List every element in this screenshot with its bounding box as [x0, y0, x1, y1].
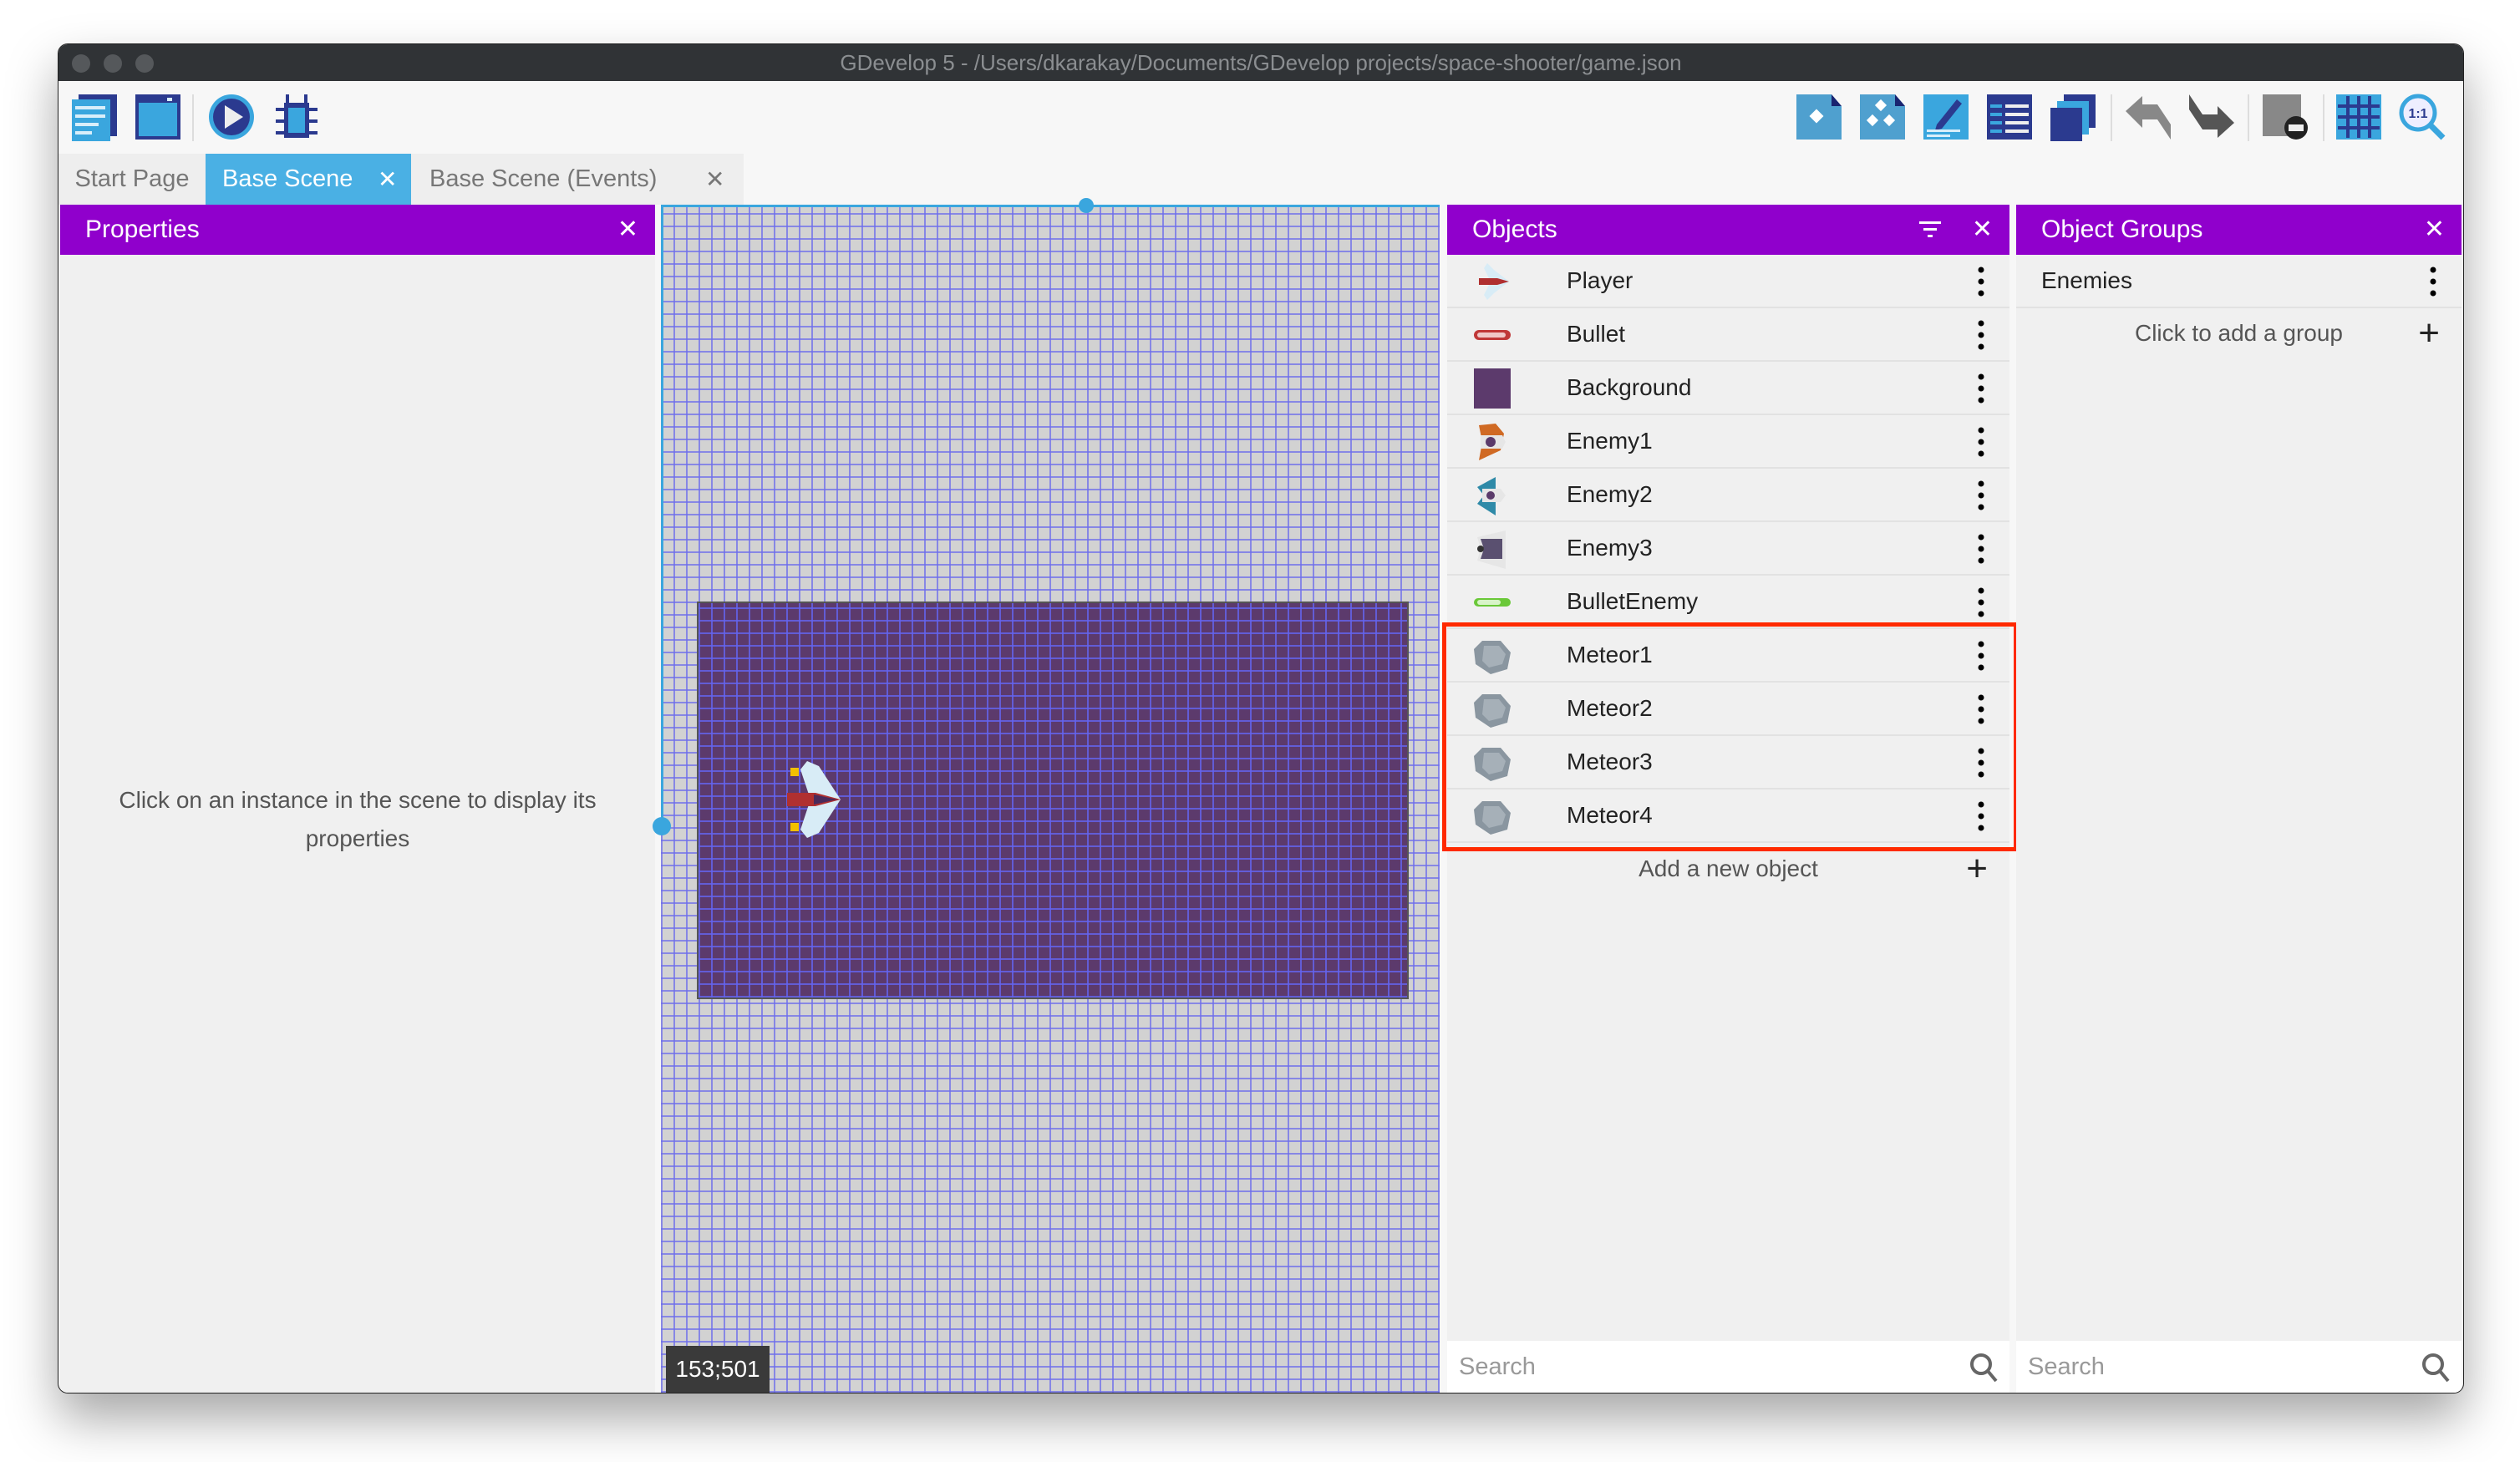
scene-icon[interactable] — [134, 93, 182, 141]
toolbar-divider — [192, 94, 194, 141]
add-group-label: Click to add a group — [2134, 320, 2344, 346]
layers-icon[interactable] — [2049, 93, 2097, 141]
more-options-icon[interactable] — [1978, 480, 1984, 510]
more-options-icon[interactable] — [1978, 534, 1984, 564]
background-instance[interactable] — [697, 602, 1409, 999]
bullet-icon — [1474, 330, 1511, 340]
scene-guide-line — [661, 205, 1440, 207]
object-name: Bullet — [1567, 321, 1626, 347]
instances-list-icon[interactable] — [1985, 93, 2034, 141]
plus-icon: + — [2418, 312, 2440, 353]
groups-search[interactable]: Search — [2016, 1341, 2462, 1393]
object-name: Background — [1567, 374, 1692, 400]
panel-title: Properties — [85, 216, 200, 243]
scene-guide-line — [661, 205, 663, 826]
object-name: BulletEnemy — [1567, 588, 1699, 614]
player-ship-icon — [1479, 263, 1509, 300]
grid-icon[interactable] — [2335, 93, 2383, 141]
resize-handle[interactable] — [1079, 198, 1094, 213]
background-icon — [1474, 368, 1511, 409]
enemy2-icon — [1477, 477, 1506, 515]
tab-label: Base Scene (Events) — [429, 165, 658, 192]
player-instance[interactable] — [782, 758, 849, 841]
tab-base-scene-events[interactable]: Base Scene (Events) ✕ — [411, 154, 744, 205]
object-groups-panel: Object Groups ✕ Enemies Click to add a gr… — [2016, 205, 2462, 1393]
panel-title: Object Groups — [2041, 216, 2203, 243]
more-options-icon[interactable] — [1978, 320, 1984, 350]
search-placeholder: Search — [2028, 1353, 2105, 1380]
group-name: Enemies — [2041, 267, 2132, 293]
object-item-bulletenemy[interactable]: BulletEnemy — [1447, 576, 2009, 629]
title-bar: GDevelop 5 - /Users/dkarakay/Documents/G… — [58, 44, 2463, 81]
object-item-enemy3[interactable]: Enemy3 — [1447, 522, 2009, 576]
properties-empty-text: Click on an instance in the scene to dis… — [119, 787, 597, 851]
object-name: Enemy1 — [1567, 428, 1653, 454]
toolbar: 1:1 — [58, 81, 2463, 154]
search-icon[interactable] — [1969, 1353, 1998, 1383]
objects-header: Objects ✕ — [1447, 205, 2009, 255]
svg-text:1:1: 1:1 — [2408, 107, 2427, 121]
close-tab-icon[interactable]: ✕ — [705, 154, 724, 205]
tab-label: Base Scene — [222, 165, 353, 192]
object-item-player[interactable]: Player — [1447, 255, 2009, 308]
enemy-bullet-icon — [1474, 598, 1511, 607]
properties-edit-icon[interactable] — [1922, 93, 1970, 141]
close-panel-icon[interactable]: ✕ — [1972, 205, 1993, 255]
object-item-background[interactable]: Background — [1447, 362, 2009, 415]
properties-header: Properties ✕ — [60, 205, 655, 255]
enemy1-icon — [1479, 424, 1506, 460]
redo-icon[interactable] — [2187, 93, 2236, 141]
object-groups-icon[interactable] — [1858, 93, 1907, 141]
object-name: Player — [1567, 267, 1633, 293]
minimize-window-button[interactable] — [104, 54, 122, 73]
object-icon[interactable] — [1795, 93, 1843, 141]
scene-canvas[interactable]: 153;501 — [653, 198, 1440, 1393]
close-panel-icon[interactable]: ✕ — [617, 205, 638, 255]
toolbar-divider — [2323, 94, 2324, 141]
preview-play-icon[interactable] — [207, 93, 256, 141]
cursor-coordinates: 153;501 — [666, 1346, 770, 1393]
close-panel-icon[interactable]: ✕ — [2424, 205, 2445, 255]
objects-search[interactable]: Search — [1447, 1341, 2009, 1393]
group-item-enemies[interactable]: Enemies — [2016, 255, 2462, 308]
object-item-enemy2[interactable]: Enemy2 — [1447, 469, 2009, 522]
more-options-icon[interactable] — [1978, 587, 1984, 617]
toolbar-divider — [2248, 94, 2249, 141]
close-window-button[interactable] — [72, 54, 90, 73]
undo-icon[interactable] — [2124, 93, 2172, 141]
window-title: GDevelop 5 - /Users/dkarakay/Documents/G… — [840, 50, 1682, 75]
object-item-bullet[interactable]: Bullet — [1447, 308, 2009, 362]
highlight-box — [1442, 622, 2018, 851]
zoom-reset-icon[interactable]: 1:1 — [2398, 93, 2446, 141]
add-group-button[interactable]: Click to add a group + — [2016, 308, 2462, 358]
resize-handle[interactable] — [653, 817, 671, 835]
object-item-enemy1[interactable]: Enemy1 — [1447, 415, 2009, 469]
object-name: Enemy3 — [1567, 535, 1653, 561]
search-placeholder: Search — [1459, 1353, 1536, 1380]
debugger-icon[interactable] — [272, 93, 321, 141]
tab-label: Start Page — [74, 165, 190, 192]
tab-base-scene[interactable]: Base Scene ✕ — [206, 154, 411, 205]
project-manager-icon[interactable] — [70, 93, 119, 141]
maximize-window-button[interactable] — [135, 54, 154, 73]
object-groups-header: Object Groups ✕ — [2016, 205, 2462, 255]
panel-title: Objects — [1472, 216, 1557, 243]
toolbar-divider — [2111, 94, 2112, 141]
object-name: Enemy2 — [1567, 481, 1653, 507]
enemy3-icon — [1477, 530, 1506, 569]
app-window: GDevelop 5 - /Users/dkarakay/Documents/G… — [58, 43, 2464, 1393]
tab-bar: Start Page Base Scene ✕ Base Scene (Event… — [58, 154, 744, 205]
more-options-icon[interactable] — [1978, 373, 1984, 404]
filter-icon[interactable] — [1919, 221, 1941, 238]
tab-start-page[interactable]: Start Page — [58, 154, 206, 205]
properties-panel: Properties ✕ Click on an instance in the … — [60, 205, 655, 1393]
more-options-icon[interactable] — [1978, 427, 1984, 457]
search-icon[interactable] — [2421, 1353, 2450, 1383]
delete-instance-icon[interactable] — [2261, 93, 2309, 141]
close-tab-icon[interactable]: ✕ — [378, 154, 397, 205]
more-options-icon[interactable] — [2430, 267, 2436, 297]
more-options-icon[interactable] — [1978, 267, 1984, 297]
